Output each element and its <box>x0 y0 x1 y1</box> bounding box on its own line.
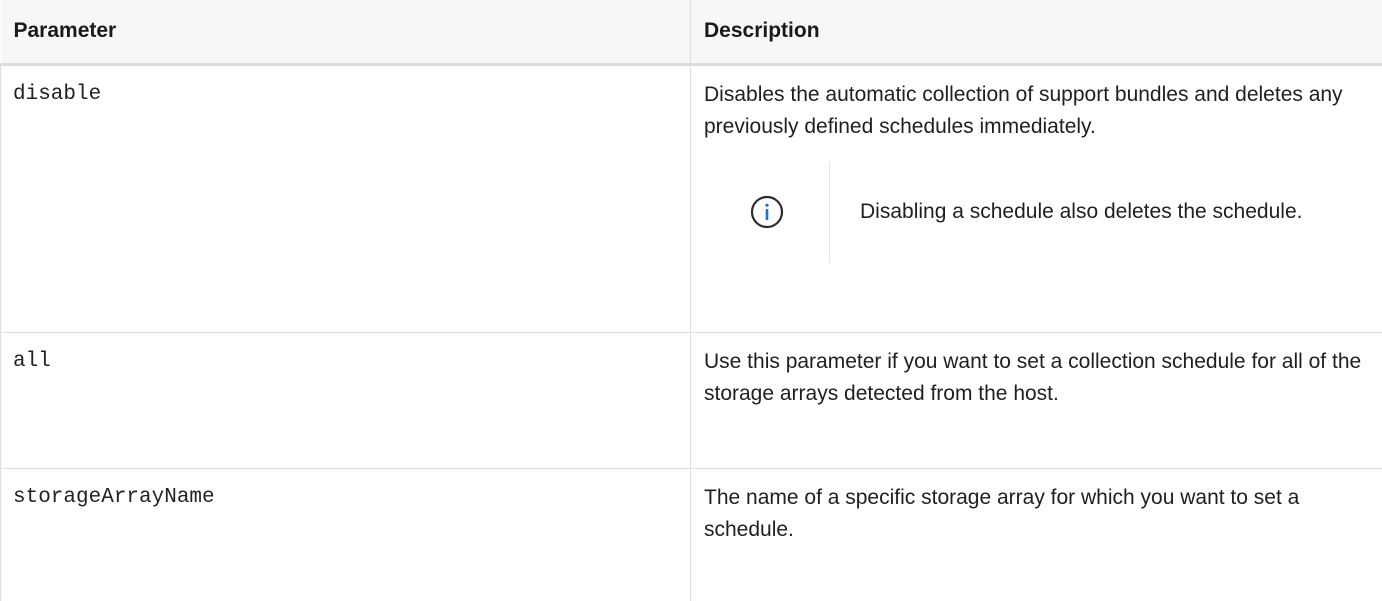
table-row: all Use this parameter if you want to se… <box>1 332 1382 468</box>
table-row: storageArrayName The name of a specific … <box>1 468 1382 601</box>
parameter-name: storageArrayName <box>1 468 691 601</box>
parameter-name: disable <box>1 64 691 332</box>
parameter-description-cell: The name of a specific storage array for… <box>691 468 1382 601</box>
note-icon-container <box>704 162 830 263</box>
parameter-name: all <box>1 332 691 468</box>
parameter-table: Parameter Description disable Disables t… <box>0 0 1382 601</box>
column-header-description: Description <box>691 0 1382 64</box>
parameter-description: Disables the automatic collection of sup… <box>704 79 1362 143</box>
note-text: Disabling a schedule also deletes the sc… <box>830 196 1302 228</box>
parameter-description: The name of a specific storage array for… <box>704 482 1362 546</box>
parameter-description-cell: Use this parameter if you want to set a … <box>691 332 1382 468</box>
table-header-row: Parameter Description <box>1 0 1382 64</box>
table-row: disable Disables the automatic collectio… <box>1 64 1382 332</box>
column-header-parameter: Parameter <box>1 0 691 64</box>
info-circle-icon <box>750 195 784 229</box>
note-admonition: Disabling a schedule also deletes the sc… <box>704 162 1362 263</box>
parameter-description-cell: Disables the automatic collection of sup… <box>691 64 1382 332</box>
parameter-description: Use this parameter if you want to set a … <box>704 346 1362 410</box>
